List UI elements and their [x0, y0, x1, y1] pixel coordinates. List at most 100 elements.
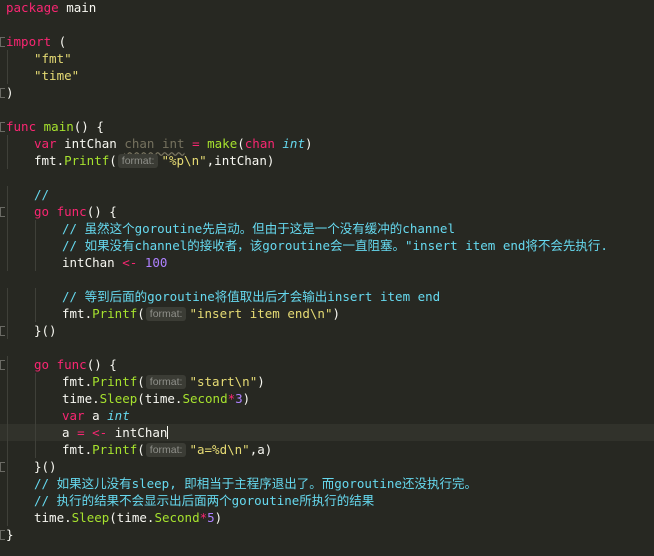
code-line[interactable]: import (	[0, 33, 654, 50]
code-token: (	[237, 136, 245, 151]
indent-guide	[7, 407, 8, 424]
code-token: (time.	[109, 510, 155, 525]
code-token: intChan	[56, 136, 125, 151]
code-line[interactable]: var intChan chan int = make(chan int)	[0, 135, 654, 152]
fold-marker-icon[interactable]	[0, 122, 5, 132]
indent-guide	[7, 67, 8, 84]
code-line[interactable]: go func() {	[0, 356, 654, 373]
code-line[interactable]: go func() {	[0, 203, 654, 220]
code-line[interactable]: // 等到后面的goroutine将值取出后才会输出insert item en…	[0, 288, 654, 305]
code-line[interactable]: package main	[0, 0, 654, 16]
code-token: go	[34, 204, 50, 219]
code-line[interactable]: var a int	[0, 407, 654, 424]
code-line[interactable]	[0, 271, 654, 288]
gutter	[0, 407, 7, 424]
code-token: (	[137, 374, 145, 389]
code-token: Second	[154, 510, 200, 525]
code-token: package	[6, 0, 59, 15]
code-line[interactable]	[0, 101, 654, 118]
code-token: int	[107, 408, 130, 423]
code-line[interactable]: time.Sleep(time.Second*5)	[0, 509, 654, 526]
code-line[interactable]: }()	[0, 322, 654, 339]
code-token: chan	[244, 136, 275, 151]
code-line[interactable]: // 如果没有channel的接收者，该goroutine会一直阻塞。"inse…	[0, 237, 654, 254]
code-token: }	[6, 527, 14, 542]
code-token: "insert item end\n"	[189, 306, 333, 321]
code-line[interactable]: func main() {	[0, 118, 654, 135]
code-text: fmt.Printf(format: "start\n")	[62, 373, 265, 390]
code-token: Printf	[64, 153, 110, 168]
code-token: "%p\n"	[161, 153, 207, 168]
code-token: a	[84, 408, 108, 423]
code-line[interactable]: // 如果这儿没有sleep, 即相当于主程序退出了。而goroutine还没执…	[0, 475, 654, 492]
gutter	[0, 288, 7, 305]
indent-guide	[7, 492, 8, 509]
fold-marker-icon[interactable]	[0, 207, 5, 217]
code-text: fmt.Printf(format: "%p\n",intChan)	[34, 152, 274, 169]
fold-marker-icon[interactable]	[0, 530, 5, 540]
fold-marker-icon[interactable]	[0, 360, 5, 370]
code-line[interactable]: fmt.Printf(format: "start\n")	[0, 373, 654, 390]
code-token: main	[58, 0, 97, 15]
indent-guide	[35, 441, 36, 458]
code-line[interactable]: fmt.Printf(format: "insert item end\n")	[0, 305, 654, 322]
code-line[interactable]: "time"	[0, 67, 654, 84]
code-token: import	[6, 34, 52, 49]
code-line[interactable]	[0, 169, 654, 186]
code-token: "time"	[34, 68, 80, 83]
gutter	[0, 492, 7, 509]
code-token: time.	[34, 510, 72, 525]
indent-guide	[35, 407, 36, 424]
indent-guide	[35, 254, 36, 271]
code-text: var a int	[62, 407, 130, 424]
code-token: }()	[34, 323, 57, 338]
gutter	[0, 356, 7, 373]
code-token: )	[6, 85, 14, 100]
indent-guide	[7, 152, 8, 169]
code-token: ,a)	[249, 442, 273, 457]
fold-marker-icon[interactable]	[0, 326, 5, 336]
code-text: // 执行的结果不会显示出后面两个goroutine所执行的结果	[34, 492, 374, 509]
code-text: go func() {	[34, 356, 117, 373]
fold-marker-icon[interactable]	[0, 88, 5, 98]
fold-marker-icon[interactable]	[0, 37, 5, 47]
code-text: fmt.Printf(format: "a=%d\n",a)	[62, 441, 272, 458]
code-line[interactable]: a = <- intChan	[0, 424, 654, 441]
code-line[interactable]: }()	[0, 458, 654, 475]
code-token: // 虽然这个goroutine先启动。但由于这是一个没有缓冲的channel	[62, 221, 455, 236]
code-line[interactable]	[0, 16, 654, 33]
code-line[interactable]: // 执行的结果不会显示出后面两个goroutine所执行的结果	[0, 492, 654, 509]
code-token: )	[257, 374, 265, 389]
code-line[interactable]: fmt.Printf(format: "%p\n",intChan)	[0, 152, 654, 169]
code-token: // 如果没有channel的接收者，该goroutine会一直阻塞。"inse…	[62, 238, 608, 253]
parameter-hint: format:	[145, 307, 187, 321]
code-line[interactable]: // 虽然这个goroutine先启动。但由于这是一个没有缓冲的channel	[0, 220, 654, 237]
code-text: fmt.Printf(format: "insert item end\n")	[62, 305, 340, 322]
code-token: *	[199, 510, 208, 525]
gutter	[0, 322, 7, 339]
code-line[interactable]: }	[0, 526, 654, 543]
indent-guide	[35, 220, 36, 237]
code-text: intChan <- 100	[62, 254, 167, 271]
code-line[interactable]	[0, 339, 654, 356]
code-token: *	[227, 391, 236, 406]
code-line[interactable]: )	[0, 84, 654, 101]
fold-marker-icon[interactable]	[0, 462, 5, 472]
code-line[interactable]: //	[0, 186, 654, 203]
code-token: () {	[73, 119, 104, 134]
code-token: 5	[207, 510, 215, 525]
code-text: package main	[6, 0, 96, 16]
code-line[interactable]: time.Sleep(time.Second*3)	[0, 390, 654, 407]
code-token: (	[109, 153, 117, 168]
code-editor[interactable]: package main import ("fmt" "time") func mai…	[0, 0, 654, 556]
code-line[interactable]: "fmt"	[0, 50, 654, 67]
code-text: }()	[34, 458, 57, 475]
gutter	[0, 254, 7, 271]
code-line[interactable]: fmt.Printf(format: "a=%d\n",a)	[0, 441, 654, 458]
code-token: )	[304, 136, 313, 151]
code-line[interactable]: intChan <- 100	[0, 254, 654, 271]
